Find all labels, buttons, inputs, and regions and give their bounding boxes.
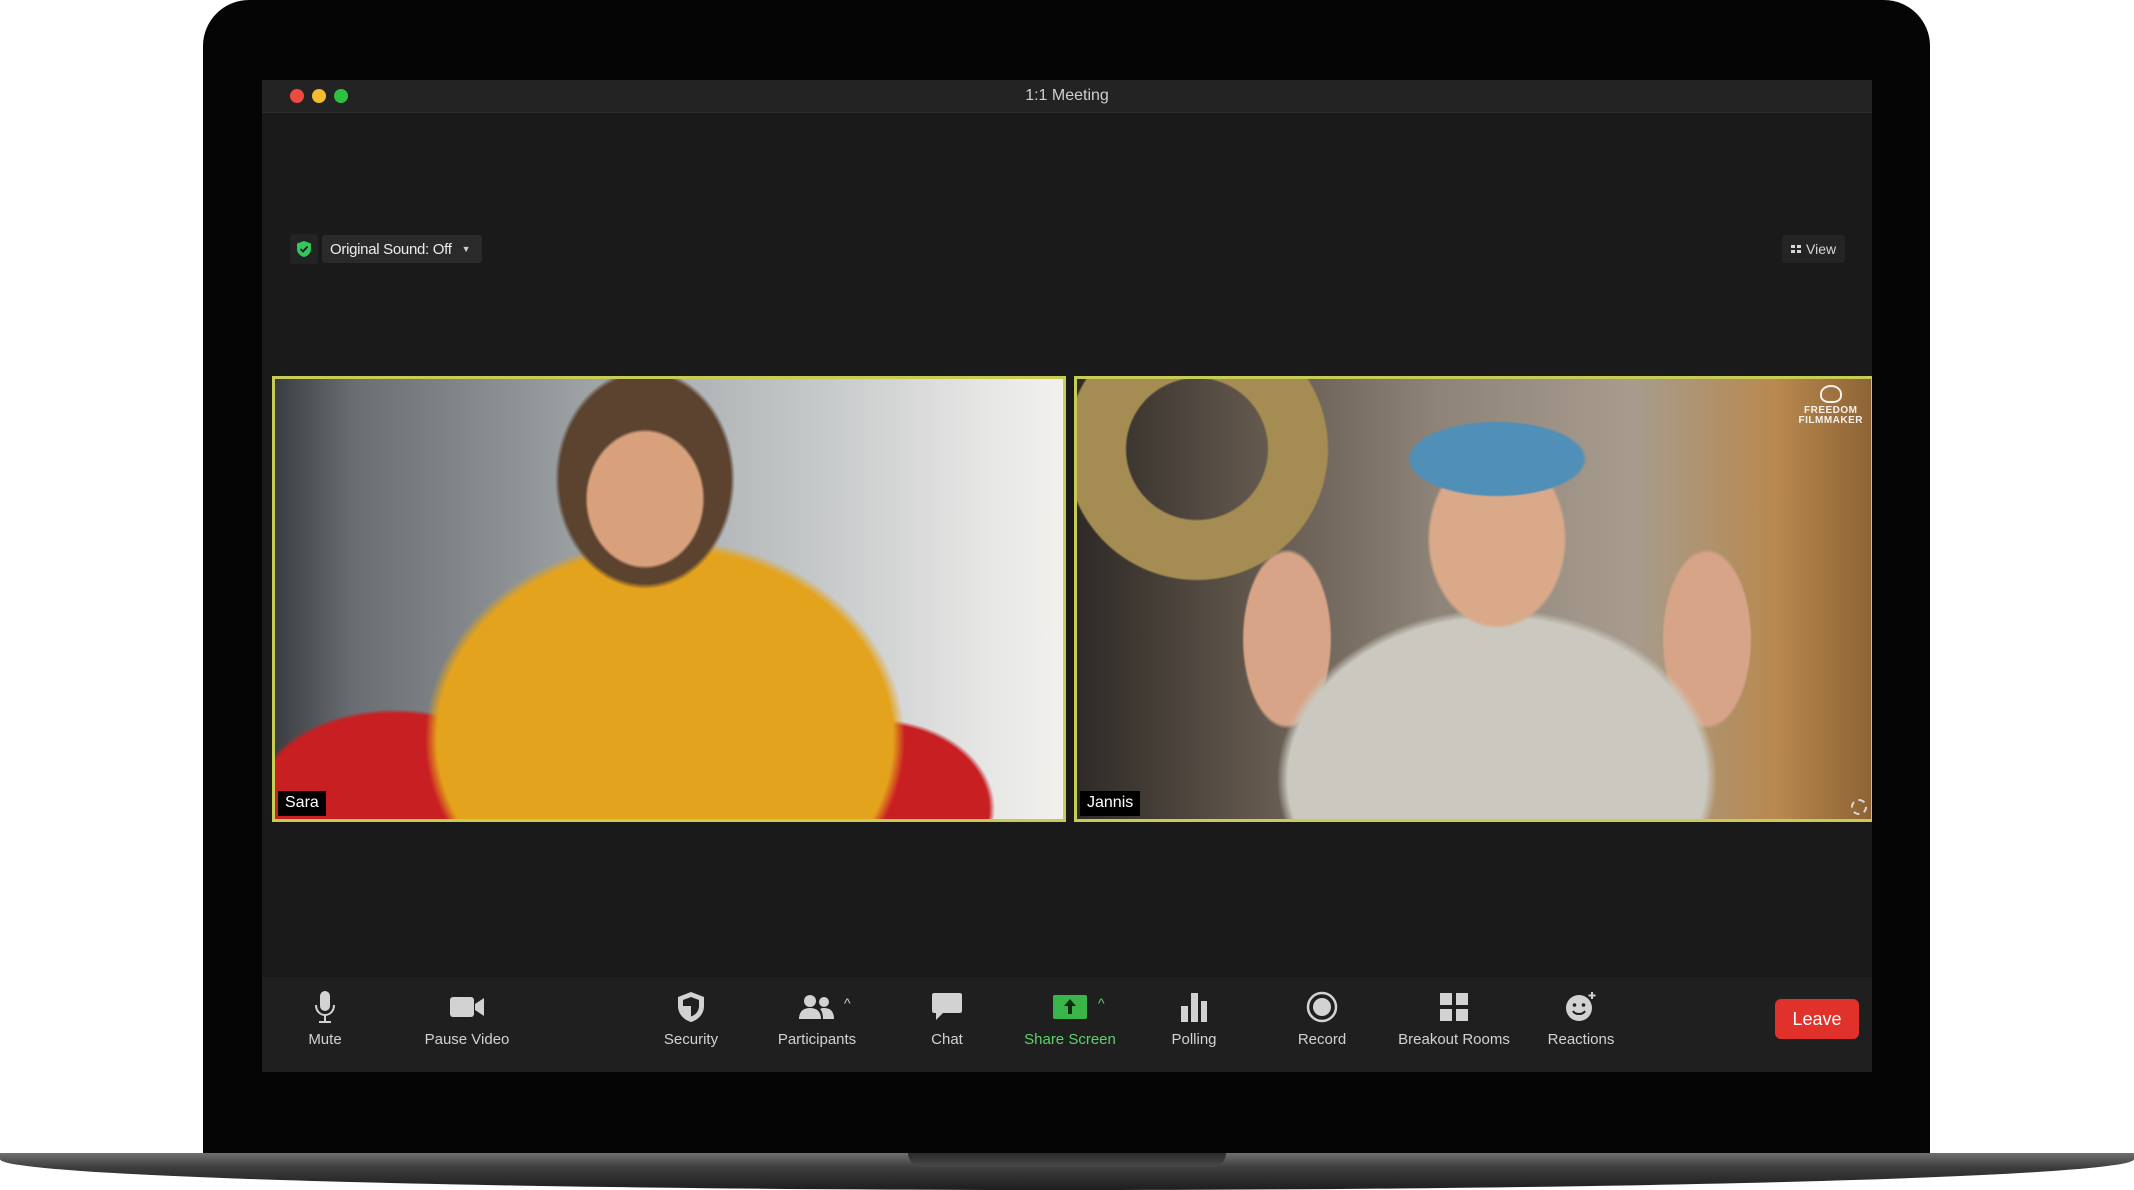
record-button[interactable]: Record <box>1292 985 1352 1065</box>
shield-icon <box>677 985 705 1029</box>
title-bar: 1:1 Meeting <box>262 80 1872 113</box>
people-icon <box>799 985 835 1029</box>
reactions-button[interactable]: Reactions <box>1538 985 1624 1065</box>
view-button[interactable]: View <box>1782 235 1846 263</box>
watermark-line2: FILMMAKER <box>1798 415 1863 426</box>
mute-button[interactable]: Mute <box>296 985 354 1065</box>
laptop-notch <box>908 1153 1226 1167</box>
smiley-icon <box>1564 985 1598 1029</box>
bar-chart-icon <box>1180 985 1208 1029</box>
leave-button[interactable]: Leave <box>1775 999 1859 1039</box>
share-screen-options-caret-icon[interactable]: ^ <box>1098 995 1105 1011</box>
grid-icon <box>1439 985 1469 1029</box>
share-screen-icon <box>1052 985 1088 1029</box>
chat-button[interactable]: Chat <box>922 985 972 1065</box>
chat-bubble-icon <box>931 985 963 1029</box>
freedom-filmmaker-watermark: FREEDOM FILMMAKER <box>1799 385 1864 426</box>
breakout-rooms-label: Breakout Rooms <box>1398 1031 1510 1048</box>
share-screen-label: Share Screen <box>1024 1031 1116 1048</box>
video-tile-sara[interactable]: Sara <box>272 376 1066 822</box>
polling-button[interactable]: Polling <box>1164 985 1224 1065</box>
record-label: Record <box>1297 1031 1347 1048</box>
reactions-label: Reactions <box>1547 1031 1615 1048</box>
participants-options-caret-icon[interactable]: ^ <box>844 995 851 1011</box>
meeting-window: 1:1 Meeting Original Sound: Off ▼ View S… <box>262 80 1872 1072</box>
window-title: 1:1 Meeting <box>1025 87 1109 104</box>
mute-label: Mute <box>308 1031 342 1048</box>
view-label: View <box>1806 241 1837 257</box>
security-button[interactable]: Security <box>656 985 726 1065</box>
breakout-rooms-button[interactable]: Breakout Rooms <box>1390 985 1518 1065</box>
security-label: Security <box>663 1031 719 1048</box>
camera-settings-icon <box>1851 799 1867 815</box>
pause-video-label: Pause Video <box>424 1031 510 1048</box>
grid-view-icon <box>1791 245 1801 253</box>
video-camera-icon <box>449 985 485 1029</box>
original-sound-label: Original Sound: Off <box>330 240 452 258</box>
encryption-shield-icon[interactable] <box>290 234 318 264</box>
original-sound-dropdown[interactable]: Original Sound: Off ▼ <box>322 235 483 263</box>
video-tile-jannis[interactable]: FREEDOM FILMMAKER Jannis <box>1074 376 1872 822</box>
participant-name-tag: Jannis <box>1080 791 1141 816</box>
participant-name-tag: Sara <box>278 791 326 816</box>
pause-video-button[interactable]: Pause Video <box>402 985 532 1065</box>
polling-label: Polling <box>1171 1031 1217 1048</box>
microphone-icon <box>314 985 336 1029</box>
chat-label: Chat <box>931 1031 963 1048</box>
participants-label: Participants <box>777 1031 857 1048</box>
meeting-toolbar: Mute Pause Video Security Participants ^… <box>262 977 1872 1072</box>
record-icon <box>1306 985 1338 1029</box>
sound-bar: Original Sound: Off ▼ <box>290 234 483 264</box>
watermark-logo-icon <box>1819 385 1842 403</box>
caret-down-icon: ▼ <box>461 244 471 254</box>
